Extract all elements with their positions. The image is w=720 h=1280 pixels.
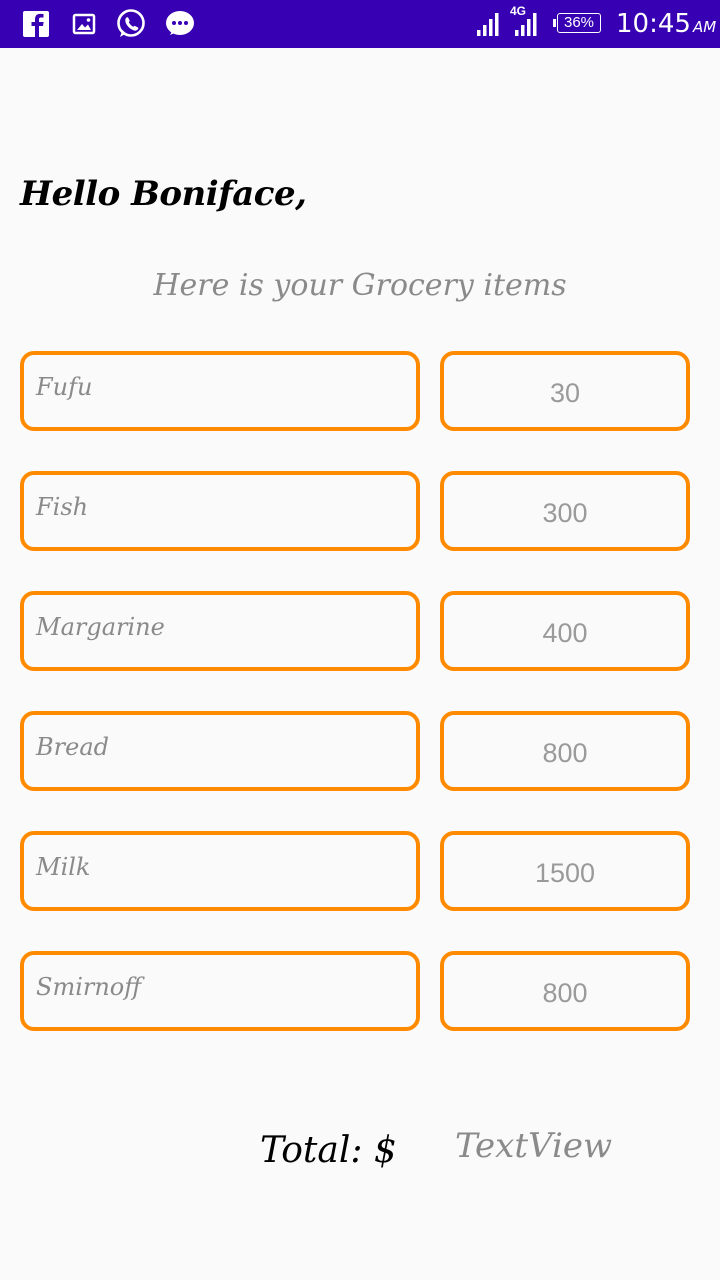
grocery-subtitle: Here is your Grocery items (153, 268, 567, 303)
grocery-row: Fufu 30 (20, 351, 690, 431)
item-price-field[interactable]: 800 (440, 951, 690, 1031)
item-price-field[interactable]: 400 (440, 591, 690, 671)
grocery-row: Milk 1500 (20, 831, 690, 911)
item-name-field[interactable]: Bread (20, 711, 420, 791)
item-price-field[interactable]: 30 (440, 351, 690, 431)
item-price-field[interactable]: 1500 (440, 831, 690, 911)
item-name-field[interactable]: Milk (20, 831, 420, 911)
grocery-row: Fish 300 (20, 471, 690, 551)
facebook-icon (20, 8, 52, 40)
grocery-row: Bread 800 (20, 711, 690, 791)
item-name-field[interactable]: Fish (20, 471, 420, 551)
clock-ampm: AM (692, 18, 717, 36)
clock-time: 10:45 (616, 9, 691, 39)
signal-icon (477, 13, 499, 36)
total-label: Total: $ (260, 1130, 397, 1171)
item-name-field[interactable]: Margarine (20, 591, 420, 671)
greeting-title: Hello Boniface, (20, 174, 307, 214)
status-bar: 4G 36% 10:45 AM (0, 0, 720, 48)
battery-tip (553, 19, 556, 27)
grocery-row: Smirnoff 800 (20, 951, 690, 1031)
grocery-row: Margarine 400 (20, 591, 690, 671)
item-name-field[interactable]: Smirnoff (20, 951, 420, 1031)
total-value: TextView (455, 1126, 613, 1166)
gallery-icon (68, 8, 100, 40)
item-price-field[interactable]: 300 (440, 471, 690, 551)
battery-indicator: 36% (557, 13, 601, 33)
whatsapp-icon (115, 8, 147, 40)
item-name-field[interactable]: Fufu (20, 351, 420, 431)
clock: 10:45 AM (616, 8, 716, 43)
signal-icon-2 (515, 13, 537, 36)
item-price-field[interactable]: 800 (440, 711, 690, 791)
message-icon (164, 8, 196, 40)
